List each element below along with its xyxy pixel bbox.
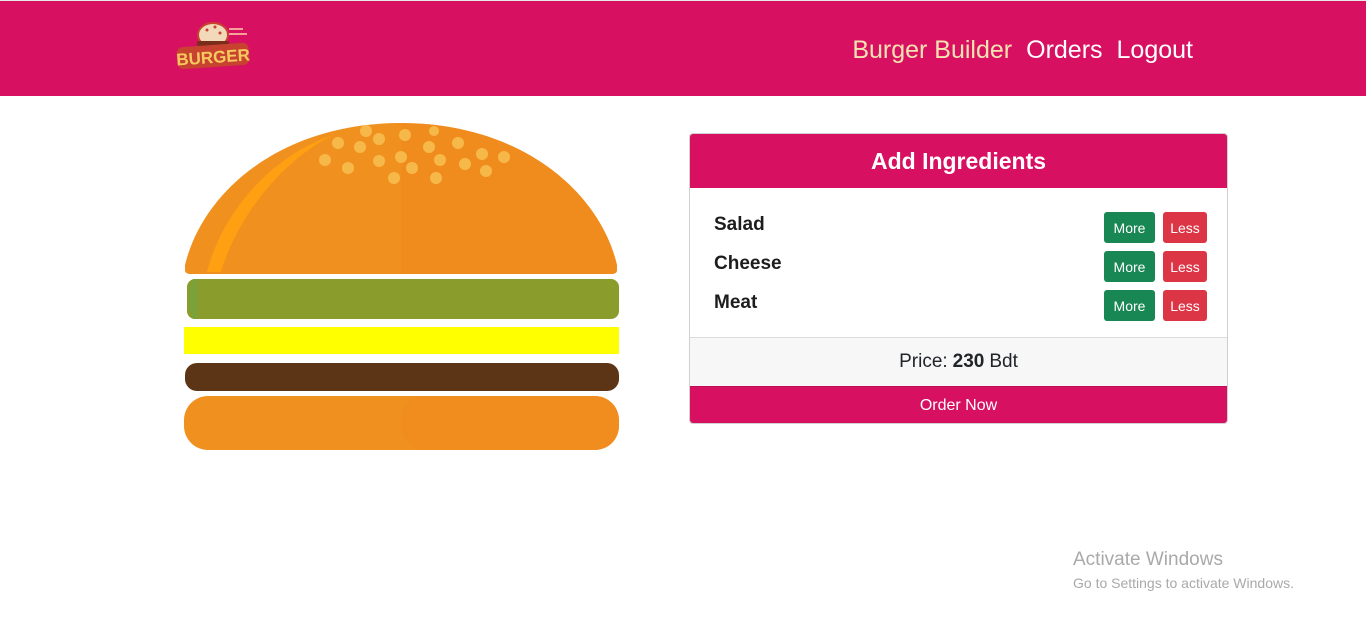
svg-text:BURGER: BURGER — [176, 45, 251, 69]
price-currency: Bdt — [989, 351, 1018, 372]
navbar: BURGER Burger Builder Orders Logout — [0, 0, 1366, 96]
price-value: 230 — [952, 351, 985, 372]
burger-preview — [184, 123, 619, 450]
cheese-layer — [184, 327, 619, 354]
nav-link-orders[interactable]: Orders — [1026, 35, 1102, 65]
ingredient-label: Cheese — [714, 252, 782, 274]
ingredient-row-cheese: Cheese More Less — [714, 247, 1207, 286]
salad-more-button[interactable]: More — [1104, 212, 1155, 243]
order-now-button[interactable]: Order Now — [690, 386, 1227, 423]
ingredient-row-meat: Meat More Less — [714, 286, 1207, 325]
cheese-less-button[interactable]: Less — [1163, 251, 1207, 282]
ingredient-row-salad: Salad More Less — [714, 208, 1207, 247]
ingredient-controls: Salad More Less Cheese More Less Meat Mo… — [690, 188, 1227, 338]
builder-card: Add Ingredients Salad More Less Cheese M… — [689, 133, 1228, 424]
salad-less-button[interactable]: Less — [1163, 212, 1207, 243]
meat-less-button[interactable]: Less — [1163, 290, 1207, 321]
watermark-subtitle: Go to Settings to activate Windows. — [1073, 575, 1294, 591]
meat-layer — [185, 363, 619, 391]
nav-link-logout[interactable]: Logout — [1117, 35, 1193, 65]
nav-links: Burger Builder Orders Logout — [852, 35, 1193, 65]
salad-layer — [187, 279, 619, 319]
bread-bottom — [184, 396, 619, 450]
nav-link-burger-builder[interactable]: Burger Builder — [852, 35, 1012, 65]
price-label: Price: — [899, 351, 948, 372]
ingredient-label: Salad — [714, 213, 765, 235]
watermark-title: Activate Windows — [1073, 549, 1223, 570]
cheese-more-button[interactable]: More — [1104, 251, 1155, 282]
meat-more-button[interactable]: More — [1104, 290, 1155, 321]
price-display: Price: 230 Bdt — [690, 338, 1227, 386]
bread-top — [185, 123, 617, 274]
ingredient-label: Meat — [714, 291, 758, 313]
burger-logo[interactable]: BURGER — [173, 15, 253, 75]
builder-title: Add Ingredients — [690, 134, 1227, 188]
windows-activation-watermark: Activate Windows Go to Settings to activ… — [1073, 549, 1294, 595]
